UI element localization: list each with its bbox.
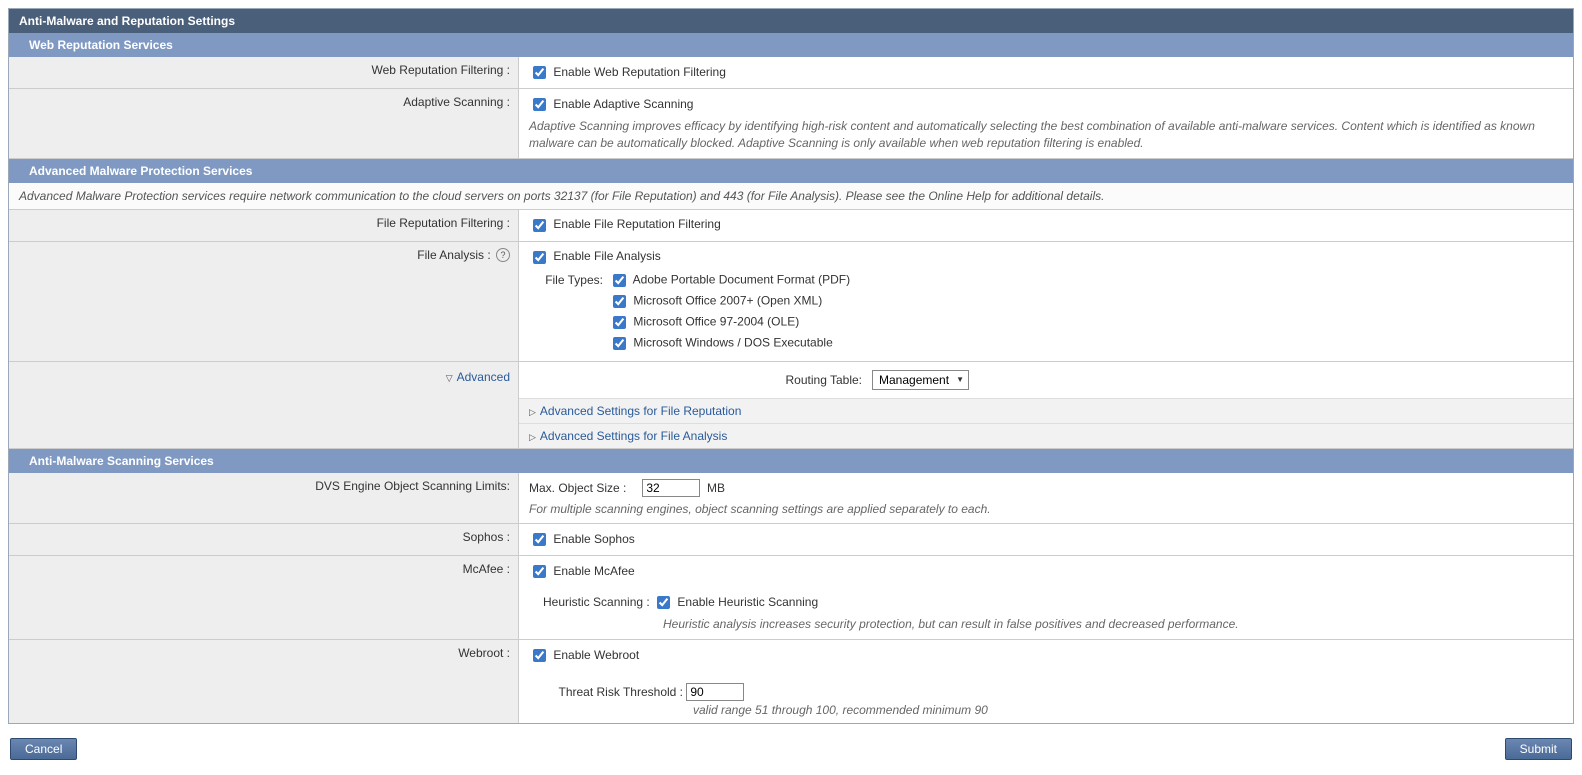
row-web-reputation-filtering: Web Reputation Filtering : Enable Web Re… [9,57,1573,89]
hint-dvs: For multiple scanning engines, object sc… [529,501,1563,518]
checkbox-row-enable-file-reputation[interactable]: Enable File Reputation Filtering [529,217,721,231]
label-mcafee: McAfee : [9,556,519,639]
checkbox-row-enable-mcafee[interactable]: Enable McAfee [529,564,635,578]
label-file-analysis: File Analysis : ? [9,242,519,361]
checkbox-label-enable-sophos: Enable Sophos [553,532,634,546]
checkbox-label-enable-file-reputation: Enable File Reputation Filtering [553,217,720,231]
checkbox-label-enable-webroot: Enable Webroot [553,648,639,662]
checkbox-row-enable-sophos[interactable]: Enable Sophos [529,532,635,546]
checkbox-ft-pdf[interactable] [613,274,626,287]
row-sophos: Sophos : Enable Sophos [9,524,1573,556]
checkbox-enable-adaptive-scanning[interactable] [533,98,546,111]
row-dvs-limits: DVS Engine Object Scanning Limits: Max. … [9,473,1573,525]
ft-ole-label: Microsoft Office 97-2004 (OLE) [633,314,799,328]
checkbox-row-ft-pdf[interactable]: Adobe Portable Document Format (PDF) [609,271,850,290]
row-file-reputation-filtering: File Reputation Filtering : Enable File … [9,210,1573,242]
row-file-analysis: File Analysis : ? Enable File Analysis F… [9,242,1573,362]
label-web-reputation-filtering: Web Reputation Filtering : [9,57,519,88]
input-threat-threshold[interactable] [686,683,744,701]
label-heuristic-scanning: Heuristic Scanning : [543,595,650,609]
unit-mb: MB [707,481,725,495]
file-types-label: File Types: [543,271,609,355]
checkbox-row-enable-webroot[interactable]: Enable Webroot [529,648,639,662]
checkbox-enable-file-reputation[interactable] [533,219,546,232]
checkbox-row-enable-adaptive-scanning[interactable]: Enable Adaptive Scanning [529,97,693,111]
label-threat-threshold: Threat Risk Threshold : [543,685,683,699]
checkbox-row-ft-exe[interactable]: Microsoft Windows / DOS Executable [609,334,850,353]
ft-exe-label: Microsoft Windows / DOS Executable [633,335,832,349]
checkbox-label-enable-adaptive-scanning: Enable Adaptive Scanning [553,97,693,111]
row-adaptive-scanning: Adaptive Scanning : Enable Adaptive Scan… [9,89,1573,159]
section-header-amps: Advanced Malware Protection Services [9,159,1573,183]
checkbox-row-enable-heuristic[interactable]: Enable Heuristic Scanning [653,595,818,609]
row-webroot: Webroot : Enable Webroot Threat Risk Thr… [9,640,1573,723]
checkbox-label-enable-mcafee: Enable McAfee [553,564,634,578]
checkbox-row-ft-openxml[interactable]: Microsoft Office 2007+ (Open XML) [609,292,850,311]
cancel-button[interactable]: Cancel [10,738,77,760]
checkbox-enable-webroot[interactable] [533,649,546,662]
label-sophos: Sophos : [9,524,519,555]
section-header-amss: Anti-Malware Scanning Services [9,449,1573,473]
routing-table-label: Routing Table: [786,373,863,387]
row-mcafee: McAfee : Enable McAfee Heuristic Scannin… [9,556,1573,640]
submit-button[interactable]: Submit [1505,738,1572,760]
label-file-reputation-filtering: File Reputation Filtering : [9,210,519,241]
checkbox-label-enable-heuristic: Enable Heuristic Scanning [677,595,818,609]
label-dvs-limits: DVS Engine Object Scanning Limits: [9,473,519,524]
checkbox-ft-openxml[interactable] [613,295,626,308]
hint-threat-threshold: valid range 51 through 100, recommended … [693,703,1563,717]
checkbox-ft-exe[interactable] [613,337,626,350]
help-icon[interactable]: ? [496,248,510,262]
ft-pdf-label: Adobe Portable Document Format (PDF) [633,272,850,286]
label-max-object-size: Max. Object Size : [529,481,629,495]
checkbox-enable-mcafee[interactable] [533,565,546,578]
checkbox-row-ft-ole[interactable]: Microsoft Office 97-2004 (OLE) [609,313,850,332]
checkbox-enable-file-analysis[interactable] [533,251,546,264]
advanced-toggle[interactable]: Advanced [446,370,510,384]
ft-openxml-label: Microsoft Office 2007+ (Open XML) [633,293,822,307]
row-advanced: Advanced Routing Table: Management Advan… [9,362,1573,449]
checkbox-enable-sophos[interactable] [533,533,546,546]
settings-panel: Anti-Malware and Reputation Settings Web… [8,8,1574,724]
checkbox-label-enable-web-reputation: Enable Web Reputation Filtering [553,65,726,79]
checkbox-row-enable-file-analysis[interactable]: Enable File Analysis [529,249,661,263]
link-advanced-file-reputation[interactable]: Advanced Settings for File Reputation [529,404,741,418]
panel-title: Anti-Malware and Reputation Settings [9,9,1573,33]
input-max-object-size[interactable] [642,479,700,497]
label-webroot: Webroot : [9,640,519,723]
checkbox-enable-web-reputation[interactable] [533,66,546,79]
note-amps: Advanced Malware Protection services req… [9,183,1573,210]
footer: Cancel Submit [0,732,1582,775]
section-header-wrs: Web Reputation Services [9,33,1573,57]
hint-heuristic: Heuristic analysis increases security pr… [663,616,1563,633]
checkbox-enable-heuristic[interactable] [657,596,670,609]
hint-adaptive-scanning: Adaptive Scanning improves efficacy by i… [529,118,1563,152]
checkbox-ft-ole[interactable] [613,316,626,329]
link-advanced-file-analysis[interactable]: Advanced Settings for File Analysis [529,429,727,443]
checkbox-row-enable-web-reputation[interactable]: Enable Web Reputation Filtering [529,65,726,79]
routing-table-select[interactable]: Management [872,370,969,390]
label-adaptive-scanning: Adaptive Scanning : [9,89,519,158]
checkbox-label-enable-file-analysis: Enable File Analysis [553,249,660,263]
